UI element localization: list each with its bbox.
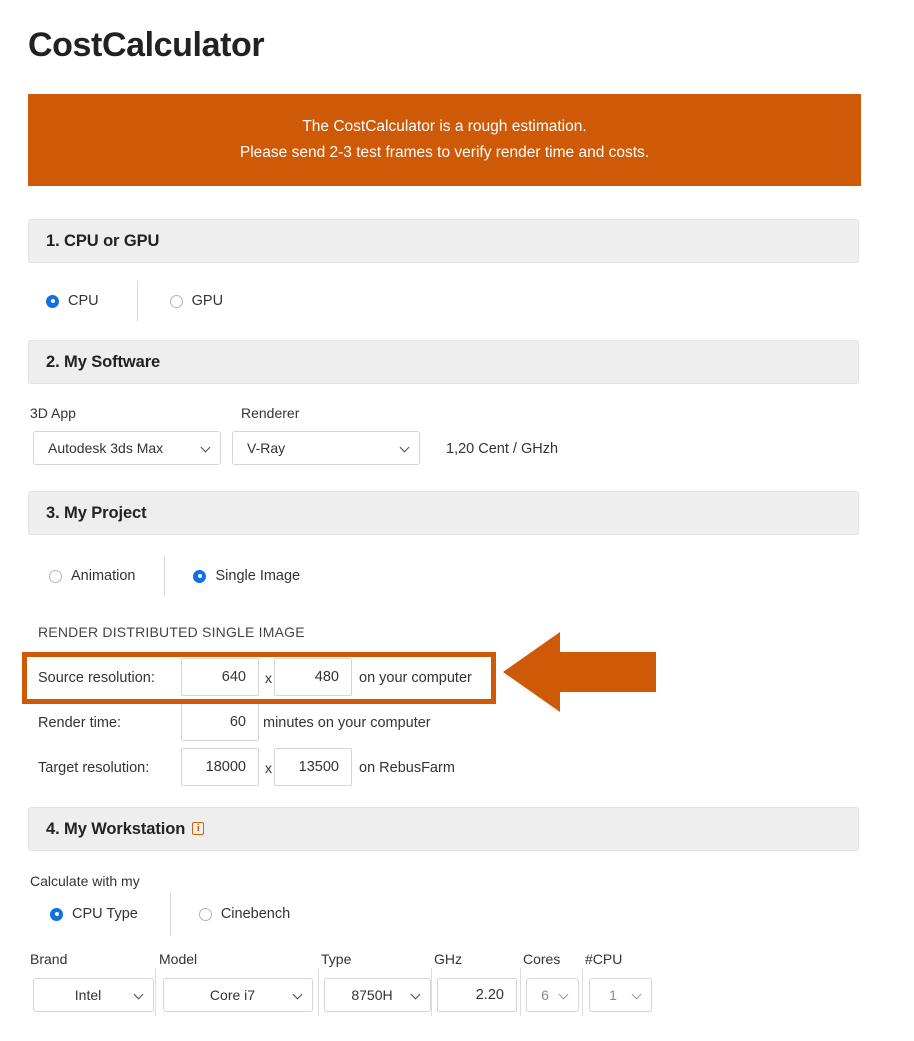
label-renderer: Renderer [241,405,300,421]
radio-cinebench-indicator[interactable] [198,907,212,921]
select-brand-value: Intel [74,987,102,1003]
radio-animation-label: Animation [71,568,136,584]
section-header-cpu-or-gpu: 1. CPU or GPU [28,219,859,263]
divider-calculation-method [169,892,171,936]
label-render-time: Render time: [38,715,122,731]
section-title-3: 3. My Project [46,503,147,522]
section-title-4: 4. My Workstation i [29,819,205,839]
divider-ghz-cores [520,968,521,1016]
label-3d-app: 3D App [30,405,76,421]
label-cpu-count: #CPU [585,951,623,967]
label-brand: Brand [30,951,68,967]
section-title-2: 2. My Software [46,352,161,371]
cost-calculator-page: CostCalculator The CostCalculator is a r… [0,0,914,1041]
section-header-my-project: 3. My Project [28,491,859,535]
input-render-time[interactable]: 60 [181,703,259,741]
calculation-method-radio-group: CPU Type Cinebench [50,892,291,936]
chevron-down-icon [293,990,304,1001]
label-type: Type [321,951,352,967]
input-target-height-value: 13500 [298,759,339,775]
select-renderer[interactable]: V-Ray [232,431,420,465]
divider-brand-model [155,968,156,1016]
radio-cinebench-label: Cinebench [220,906,291,922]
divider-type-ghz [431,968,432,1016]
select-3d-app-value: Autodesk 3ds Max [48,440,164,456]
input-target-width[interactable]: 18000 [181,748,259,786]
divider-project-type [164,556,166,596]
label-model: Model [159,951,198,967]
select-model-value: Core i7 [209,987,256,1003]
select-type[interactable]: 8750H [324,978,431,1012]
price-per-ghzh: 1,20 Cent / GHzh [446,441,559,457]
radio-cpu-type-indicator[interactable] [50,907,63,921]
input-target-width-value: 18000 [205,759,246,775]
radio-single-image-indicator[interactable] [193,569,207,583]
input-source-height[interactable]: 480 [274,658,352,696]
input-ghz-value: 2.20 [475,987,504,1003]
label-cores: Cores [523,951,561,967]
suffix-target-resolution: on RebusFarm [359,760,455,776]
section-title-4-text: 4. My Workstation [46,819,186,838]
render-mode-caption: RENDER DISTRIBUTED SINGLE IMAGE [38,624,305,640]
select-cores[interactable]: 6 [526,978,579,1012]
radio-option-single-image[interactable]: Single Image [193,568,300,584]
radio-option-cinebench[interactable]: Cinebench [198,906,291,922]
chevron-down-icon [559,990,570,1001]
section-header-my-software: 2. My Software [28,340,859,384]
radio-option-gpu[interactable]: GPU [169,293,224,309]
select-3d-app[interactable]: Autodesk 3ds Max [33,431,221,465]
radio-gpu-indicator[interactable] [169,294,183,308]
input-source-width[interactable]: 640 [181,658,259,696]
radio-cpu-label: CPU [68,293,99,309]
select-type-value: 8750H [351,987,393,1003]
notice-line-2: Please send 2-3 test frames to verify re… [239,144,650,161]
select-cpu-count[interactable]: 1 [589,978,652,1012]
suffix-render-time: minutes on your computer [263,715,431,731]
radio-option-cpu-type[interactable]: CPU Type [50,906,138,922]
source-resolution-separator: x [265,670,272,686]
input-render-time-value: 60 [229,714,246,730]
label-source-resolution: Source resolution: [38,670,155,686]
page-title: CostCalculator [28,26,265,64]
input-source-width-value: 640 [221,669,246,685]
chevron-down-icon [201,443,212,454]
chevron-down-icon [632,990,643,1001]
chevron-down-icon [400,443,411,454]
select-cores-value: 6 [541,987,549,1003]
label-target-resolution: Target resolution: [38,760,150,776]
target-resolution-separator: x [265,760,272,776]
label-ghz: GHz [434,951,462,967]
suffix-source-resolution: on your computer [359,670,472,686]
input-source-height-value: 480 [314,669,339,685]
section-header-my-workstation: 4. My Workstation i [28,807,859,851]
radio-animation-indicator[interactable] [49,569,62,583]
divider-cpu-gpu [136,281,138,321]
input-target-height[interactable]: 13500 [274,748,352,786]
chevron-down-icon [411,990,422,1001]
input-ghz[interactable]: 2.20 [437,978,517,1012]
cpu-gpu-radio-group: CPU GPU [46,281,224,321]
select-model[interactable]: Core i7 [163,978,313,1012]
select-renderer-value: V-Ray [247,440,286,456]
section-title-1: 1. CPU or GPU [46,231,160,250]
radio-cpu-indicator[interactable] [46,294,59,308]
radio-cpu-type-label: CPU Type [72,906,138,922]
estimation-notice-banner: The CostCalculator is a rough estimation… [28,94,861,186]
pointer-arrow-icon [503,632,656,712]
label-calculate-with-my: Calculate with my [30,873,140,889]
project-type-radio-group: Animation Single Image [49,556,300,596]
chevron-down-icon [134,990,145,1001]
radio-option-animation[interactable]: Animation [49,568,135,584]
radio-gpu-label: GPU [191,293,224,309]
select-brand[interactable]: Intel [33,978,154,1012]
divider-model-type [318,968,319,1016]
select-cpu-count-value: 1 [609,987,617,1003]
notice-line-1: The CostCalculator is a rough estimation… [302,118,587,135]
radio-single-image-label: Single Image [215,568,301,584]
divider-cores-cpu [582,968,583,1016]
radio-option-cpu[interactable]: CPU [46,293,99,309]
info-icon[interactable]: i [192,821,205,835]
